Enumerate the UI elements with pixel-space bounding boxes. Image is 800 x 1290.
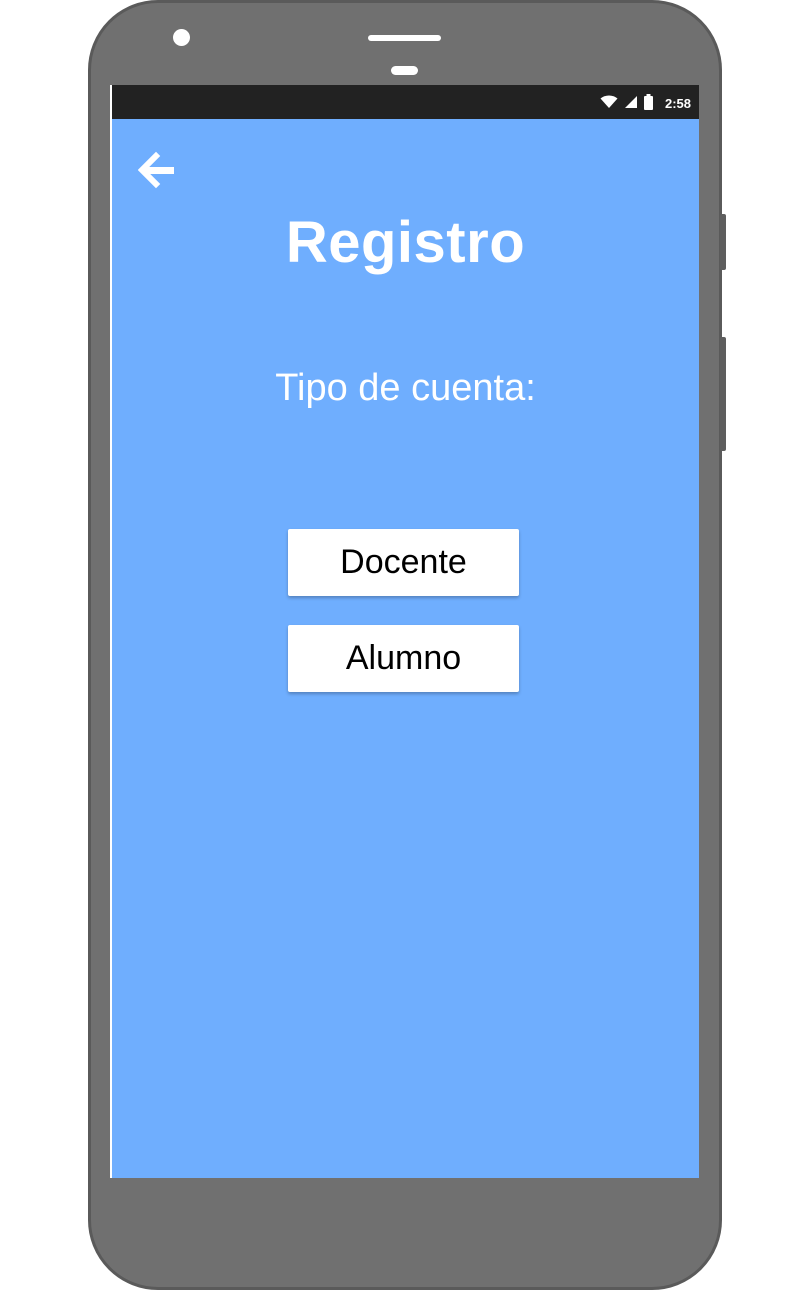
alumno-button[interactable]: Alumno xyxy=(288,625,519,692)
arrow-left-icon xyxy=(137,151,174,189)
app-screen: 2:58 Registro Tipo de cuenta: Docente Al… xyxy=(110,85,699,1178)
status-time: 2:58 xyxy=(664,96,691,111)
battery-icon xyxy=(643,94,653,110)
wifi-icon xyxy=(600,95,618,109)
proximity-sensor xyxy=(391,66,418,75)
back-button[interactable] xyxy=(137,151,178,191)
earpiece-speaker xyxy=(368,35,441,41)
account-type-label: Tipo de cuenta: xyxy=(275,367,536,409)
power-button xyxy=(720,337,726,451)
volume-button xyxy=(720,214,726,270)
status-bar: 2:58 xyxy=(112,85,699,119)
signal-icon xyxy=(624,95,638,109)
page-title: Registro xyxy=(285,210,526,275)
status-icons: 2:58 xyxy=(600,85,691,119)
front-camera xyxy=(173,29,190,46)
docente-button[interactable]: Docente xyxy=(288,529,519,596)
